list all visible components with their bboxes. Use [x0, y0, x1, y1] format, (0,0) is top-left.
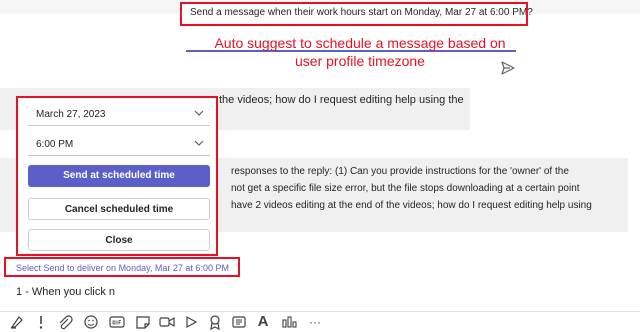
- format-icon[interactable]: [8, 314, 26, 330]
- composer-text[interactable]: 1 - When you click n: [16, 286, 115, 298]
- annotation-text: Auto suggest to schedule a message based…: [214, 35, 506, 69]
- praise-icon[interactable]: [206, 314, 224, 330]
- gif-icon[interactable]: [108, 314, 126, 330]
- apps-icon[interactable]: [280, 314, 298, 330]
- compose-toolbar: A ···: [0, 312, 640, 332]
- emoji-icon[interactable]: [82, 314, 100, 330]
- chat-message-line: responses to the reply: (1) Can you prov…: [231, 166, 569, 177]
- send-icon[interactable]: [500, 60, 516, 76]
- hint-highlight-box: [4, 257, 240, 277]
- suggestion-highlight-box: [180, 2, 528, 26]
- chat-message-text: the videos; how do I request editing hel…: [219, 94, 464, 106]
- chat-message-line: not get a specific file size error, but …: [231, 183, 580, 194]
- more-icon[interactable]: ···: [306, 314, 324, 330]
- meet-icon[interactable]: [158, 314, 176, 330]
- sticker-icon[interactable]: [134, 314, 152, 330]
- priority-icon[interactable]: [32, 314, 50, 330]
- stream-icon[interactable]: [182, 314, 200, 330]
- attach-icon[interactable]: [56, 314, 74, 330]
- popup-highlight-box: [16, 96, 218, 256]
- text-format-icon[interactable]: A: [254, 314, 272, 330]
- chat-message-line: have 2 videos editing at the end of the …: [231, 200, 592, 211]
- loop-icon[interactable]: [230, 314, 248, 330]
